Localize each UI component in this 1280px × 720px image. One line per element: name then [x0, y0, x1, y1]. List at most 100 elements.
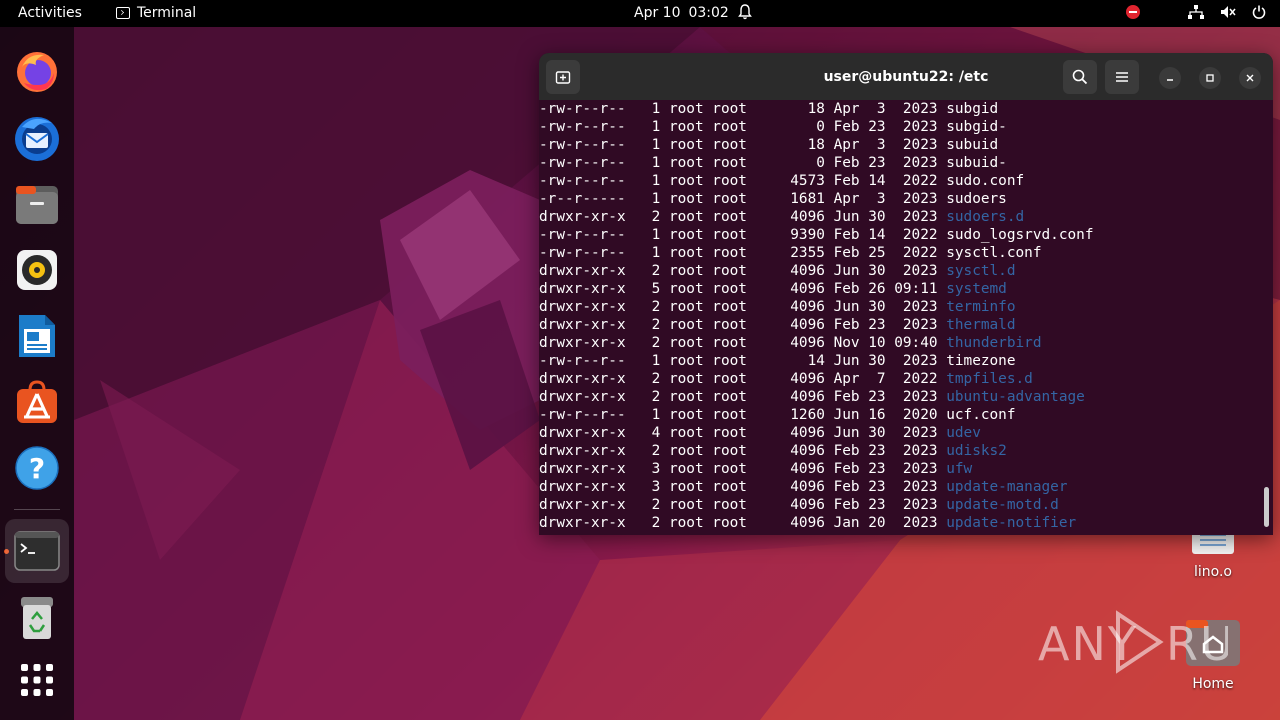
terminal-line-meta: drwxr-xr-x 2 root root 4096 Jun 30 2023 [539, 209, 947, 225]
close-button[interactable] [1239, 67, 1261, 89]
dock-show-apps[interactable] [12, 655, 62, 705]
system-tray[interactable] [1126, 5, 1266, 19]
directory-name: udisks2 [946, 443, 1007, 459]
anyrun-logo: ANY RUN [1038, 610, 1228, 674]
anyrun-watermark: ANY RUN [1038, 610, 1228, 674]
minimize-icon [1167, 79, 1173, 81]
terminal-titlebar[interactable]: user@ubuntu22: /etc [539, 53, 1273, 100]
terminal-line: drwxr-xr-x 2 root root 4096 Jun 30 2023 … [539, 208, 1261, 226]
new-tab-button[interactable] [546, 60, 580, 94]
terminal-line-meta: -r--r----- 1 root root 1681 Apr 3 2023 [539, 191, 947, 207]
directory-name: thermald [946, 317, 1016, 333]
terminal-line: -rw-r--r-- 1 root root 18 Apr 3 2023 sub… [539, 136, 1261, 154]
file-name: subgid [946, 101, 999, 117]
terminal-line: drwxr-xr-x 2 root root 4096 Apr 7 2022 t… [539, 370, 1261, 388]
maximize-button[interactable] [1199, 67, 1221, 89]
dock-firefox[interactable] [12, 47, 62, 97]
menu-button[interactable] [1105, 60, 1139, 94]
clock-time: 03:02 [688, 5, 729, 21]
terminal-line-meta: -rw-r--r-- 1 root root 0 Feb 23 2023 [539, 155, 947, 171]
directory-name: update-manager [946, 479, 1068, 495]
notification-bell-icon[interactable] [738, 4, 752, 20]
terminal-line-meta: drwxr-xr-x 3 root root 4096 Feb 23 2023 [539, 461, 947, 477]
terminal-line: drwxr-xr-x 5 root root 4096 Feb 26 09:11… [539, 280, 1261, 298]
terminal-line-meta: drwxr-xr-x 2 root root 4096 Jun 30 2023 [539, 299, 947, 315]
do-not-disturb-icon[interactable] [1126, 5, 1140, 19]
terminal-line-meta: -rw-r--r-- 1 root root 14 Jun 30 2023 [539, 353, 947, 369]
terminal-title: user@ubuntu22: /etc [823, 68, 989, 85]
dock: ? [0, 27, 74, 720]
terminal-output[interactable]: -rw-r--r-- 1 root root 18 Apr 3 2023 sub… [539, 100, 1261, 535]
search-button[interactable] [1063, 60, 1097, 94]
terminal-line-meta: drwxr-xr-x 2 root root 4096 Feb 23 2023 [539, 497, 947, 513]
desktop-file-label: lino.o [1194, 564, 1232, 580]
dock-help[interactable]: ? [12, 443, 62, 493]
dock-thunderbird[interactable] [12, 113, 62, 163]
terminal-line-meta: -rw-r--r-- 1 root root 18 Apr 3 2023 [539, 137, 947, 153]
app-center-icon [17, 380, 57, 423]
network-icon[interactable] [1188, 5, 1204, 19]
dock-files[interactable] [12, 179, 62, 229]
clock[interactable]: Apr 10 03:02 [634, 5, 729, 21]
power-icon[interactable] [1252, 5, 1266, 19]
volume-icon[interactable] [1220, 5, 1236, 19]
terminal-line: -rw-r--r-- 1 root root 0 Feb 23 2023 sub… [539, 154, 1261, 172]
terminal-line-meta: -rw-r--r-- 1 root root 4573 Feb 14 2022 [539, 173, 947, 189]
desktop-home-label: Home [1192, 676, 1234, 692]
firefox-icon [17, 52, 57, 92]
dock-app-center[interactable] [12, 377, 62, 427]
directory-name: terminfo [946, 299, 1016, 315]
terminal-line-meta: -rw-r--r-- 1 root root 2355 Feb 25 2022 [539, 245, 947, 261]
terminal-line-meta: drwxr-xr-x 2 root root 4096 Jun 30 2023 [539, 263, 947, 279]
dock-rhythmbox[interactable] [12, 245, 62, 295]
top-bar: Activities Terminal Apr 10 03:02 [0, 0, 1280, 27]
terminal-scrollbar[interactable] [1264, 487, 1269, 527]
terminal-line: drwxr-xr-x 2 root root 4096 Feb 23 2023 … [539, 388, 1261, 406]
new-tab-icon [555, 71, 571, 84]
anyrun-logo-text: ANY [1038, 617, 1138, 671]
terminal-line: drwxr-xr-x 2 root root 4096 Feb 23 2023 … [539, 442, 1261, 460]
libreoffice-writer-icon [19, 315, 55, 357]
terminal-line: -rw-r--r-- 1 root root 9390 Feb 14 2022 … [539, 226, 1261, 244]
app-menu[interactable]: Terminal [116, 5, 196, 21]
dock-libreoffice-writer[interactable] [12, 311, 62, 361]
directory-name: systemd [946, 281, 1007, 297]
terminal-line: drwxr-xr-x 2 root root 4096 Nov 10 09:40… [539, 334, 1261, 352]
terminal-line: -rw-r--r-- 1 root root 1260 Jun 16 2020 … [539, 406, 1261, 424]
close-icon [1246, 74, 1254, 82]
terminal-line: -r--r----- 1 root root 1681 Apr 3 2023 s… [539, 190, 1261, 208]
rhythmbox-icon [17, 250, 57, 290]
terminal-line-meta: -rw-r--r-- 1 root root 0 Feb 23 2023 [539, 119, 947, 135]
help-icon: ? [15, 446, 59, 490]
terminal-line-meta: drwxr-xr-x 2 root root 4096 Feb 23 2023 [539, 389, 947, 405]
search-icon [1072, 69, 1088, 85]
terminal-line: -rw-r--r-- 1 root root 18 Apr 3 2023 sub… [539, 100, 1261, 118]
terminal-line: drwxr-xr-x 2 root root 4096 Jun 30 2023 … [539, 298, 1261, 316]
dock-trash[interactable] [12, 593, 62, 643]
show-apps-icon [21, 664, 53, 696]
terminal-line: -rw-r--r-- 1 root root 2355 Feb 25 2022 … [539, 244, 1261, 262]
maximize-icon [1206, 74, 1214, 82]
dock-terminal[interactable] [5, 519, 69, 583]
file-name: sudo.conf [946, 173, 1025, 189]
terminal-line-meta: -rw-r--r-- 1 root root 9390 Feb 14 2022 [539, 227, 947, 243]
terminal-line-meta: drwxr-xr-x 2 root root 4096 Feb 23 2023 [539, 443, 947, 459]
terminal-app-icon [116, 7, 130, 19]
svg-text:?: ? [29, 452, 45, 485]
file-name: subuid [946, 137, 999, 153]
app-menu-label: Terminal [137, 5, 197, 21]
directory-name: sudoers.d [946, 209, 1025, 225]
thunderbird-icon [15, 117, 59, 161]
terminal-line: -rw-r--r-- 1 root root 14 Jun 30 2023 ti… [539, 352, 1261, 370]
files-icon [16, 186, 58, 224]
terminal-line: drwxr-xr-x 2 root root 4096 Jun 30 2023 … [539, 262, 1261, 280]
anyrun-logo-text-2: RUN [1166, 617, 1228, 671]
minimize-button[interactable] [1159, 67, 1181, 89]
terminal-window[interactable]: user@ubuntu22: /etc -rw-r--r-- 1 root ro… [539, 53, 1273, 535]
dock-separator [14, 509, 60, 510]
terminal-line: drwxr-xr-x 2 root root 4096 Feb 23 2023 … [539, 316, 1261, 334]
terminal-line: -rw-r--r-- 1 root root 4573 Feb 14 2022 … [539, 172, 1261, 190]
activities-button[interactable]: Activities [18, 5, 82, 21]
terminal-line: -rw-r--r-- 1 root root 0 Feb 23 2023 sub… [539, 118, 1261, 136]
terminal-line-meta: drwxr-xr-x 2 root root 4096 Feb 23 2023 [539, 317, 947, 333]
